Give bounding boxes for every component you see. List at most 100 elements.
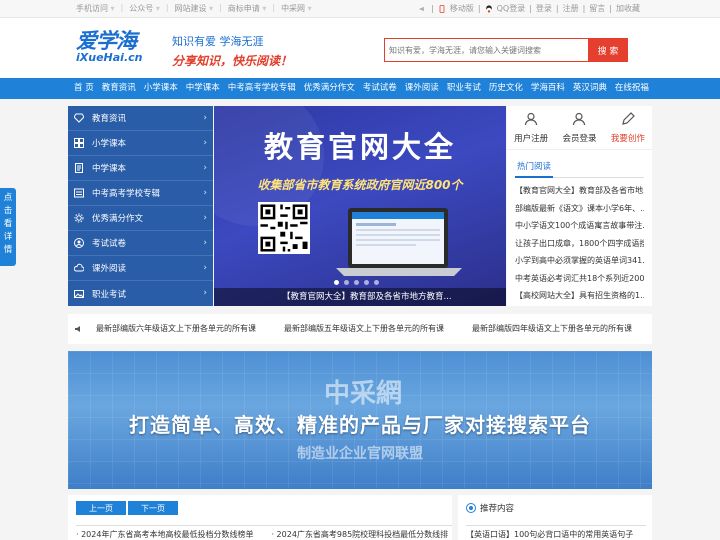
category-item-reading[interactable]: 课外阅读 › [68, 256, 213, 281]
chevron-right-icon: › [203, 163, 207, 173]
category-item-career-exams[interactable]: 职业考试 › [68, 281, 213, 306]
category-label: 考试试卷 [92, 239, 127, 249]
nav-item-exam-schools[interactable]: 中考高考学校专辑 [224, 78, 300, 99]
topbar-link-zhongcai[interactable]: 中采网 ▾ [281, 3, 312, 14]
carousel-dot[interactable] [354, 280, 359, 285]
category-item-primary-textbooks[interactable]: 小学课本 › [68, 131, 213, 156]
ticker-item[interactable]: 最新部编版六年级语文上下册各单元的所有课 [96, 314, 256, 344]
nav-item-history[interactable]: 历史文化 [485, 78, 527, 99]
nav-item-career-exams[interactable]: 职业考试 [443, 78, 485, 99]
nav-item-exam-papers[interactable]: 考试试卷 [359, 78, 401, 99]
mobile-version-link[interactable]: 移动版 [450, 3, 474, 14]
carousel-dot[interactable] [334, 280, 339, 285]
category-label: 优秀满分作文 [92, 214, 144, 224]
category-label: 中考高考学校专辑 [92, 189, 161, 199]
ad-headline: 打造简单、高效、精准的产品与厂家对接搜索平台 [129, 413, 591, 437]
news-item[interactable]: · 2024广东省高考985院校理科投档最低分数线排 [271, 529, 448, 540]
document-icon [74, 163, 84, 173]
topbar-link-site-build[interactable]: 网站建设 ▾ [175, 3, 214, 14]
category-item-exam-papers[interactable]: 考试试卷 › [68, 231, 213, 256]
main-nav: 首 页 教育资讯 小学课本 中学课本 中考高考学校专辑 优秀满分作文 考试试卷 … [0, 78, 720, 99]
register-link[interactable]: 注册 [563, 3, 579, 14]
list-item[interactable]: 【高校网站大全】具有招生资格的1... [515, 287, 644, 305]
search-input[interactable] [384, 38, 589, 62]
news-item[interactable]: · 2024年广东省高考本地高校最低投档分数线榜单 [76, 529, 253, 540]
nav-item-reading[interactable]: 课外阅读 [401, 78, 443, 99]
topbar-link-wechat[interactable]: 公众号 ▾ [129, 3, 160, 14]
news-item-label: 2024年广东省高考本地高校最低投档分数线榜单 [81, 530, 254, 539]
qr-code-icon [258, 202, 310, 254]
tab-hot-reading[interactable]: 热门阅读 [515, 158, 554, 178]
category-item-middle-textbooks[interactable]: 中学课本 › [68, 156, 213, 181]
nav-item-home[interactable]: 首 页 [70, 78, 98, 99]
ticker-item[interactable]: 最新部编版五年级语文上下册各单元的所有课 [284, 314, 444, 344]
click-details-float-tab[interactable]: 点 击 看 详 情 [0, 188, 16, 266]
prev-page-button[interactable]: 上一页 [76, 501, 126, 515]
top-utility-bar: 手机访问 ▾ | 公众号 ▾ | 网站建设 ▾ | 商标申请 ▾ | 中采网 ▾… [0, 0, 720, 18]
create-button[interactable]: 我要创作 [604, 106, 652, 149]
site-logo[interactable]: 爱学海 iXueHai.cn [76, 30, 166, 70]
nav-item-primary-textbooks[interactable]: 小学课本 [140, 78, 182, 99]
float-tab-char: 情 [3, 245, 13, 255]
laptop-illustration [336, 208, 462, 276]
category-item-essays[interactable]: 优秀满分作文 › [68, 206, 213, 231]
category-item-exam-schools[interactable]: 中考高考学校专辑 › [68, 181, 213, 206]
topbar-account: | 移动版 | QQ登录 | 登录 | 注册 | 留言 | 加收藏 [419, 3, 640, 14]
nav-item-edu-news[interactable]: 教育资讯 [98, 78, 140, 99]
ticker-item[interactable]: 最新部编版四年级语文上下册各单元的所有课 [472, 314, 632, 344]
carousel-dot[interactable] [364, 280, 369, 285]
nav-item-middle-textbooks[interactable]: 中学课本 [182, 78, 224, 99]
login-link[interactable]: 登录 [536, 3, 552, 14]
member-login-button[interactable]: 会员登录 [555, 106, 603, 149]
list-item[interactable]: 中小学语文100个成语寓言故事带注... [515, 217, 644, 235]
category-label: 职业考试 [92, 289, 127, 300]
float-tab-char: 击 [3, 206, 13, 216]
carousel-dot[interactable] [344, 280, 349, 285]
search-button[interactable]: 搜 索 [588, 38, 628, 62]
list-item[interactable]: 让孩子出口成章，1800个四字成语搜... [515, 235, 644, 253]
message-link[interactable]: 留言 [589, 3, 605, 14]
category-menu: 教育资讯 › 小学课本 › 中学课本 › 中考高考学校专辑 › 优秀满分作文 ›… [68, 106, 213, 306]
topbar-link-label: 手机访问 [76, 4, 108, 13]
float-tab-char: 点 [3, 193, 13, 203]
carousel-dot[interactable] [374, 280, 379, 285]
add-favorite-link[interactable]: 加收藏 [616, 3, 640, 14]
divider: | [165, 3, 169, 12]
category-item-edu-news[interactable]: 教育资讯 › [68, 106, 213, 131]
diamond-icon [74, 113, 84, 123]
category-label: 小学课本 [92, 139, 127, 149]
topbar-link-mobile-visit[interactable]: 手机访问 ▾ [76, 3, 115, 14]
banner-title: 教育官网大全 [263, 130, 456, 164]
recommend-title: 推荐内容 [480, 504, 515, 514]
qq-login-link[interactable]: QQ登录 [497, 3, 526, 14]
news-list: · 2024年广东省高考本地高校最低投档分数线榜单 · 2024广东省高考985… [76, 525, 452, 540]
topbar-link-trademark[interactable]: 商标申请 ▾ [228, 3, 267, 14]
site-header: 爱学海 iXueHai.cn 知识有爱 学海无涯 分享知识，快乐阅读！ 搜 索 [0, 18, 720, 78]
hot-reading-tab-bar: 热门阅读 [515, 158, 644, 178]
recommend-section: 推荐内容 【英语口语】100句必背口语中的常用英语句子 [458, 495, 652, 540]
ad-brand: 中采網 [323, 379, 402, 409]
chevron-right-icon: › [203, 138, 207, 148]
nav-item-essays[interactable]: 优秀满分作文 [300, 78, 359, 99]
user-circle-icon [74, 238, 84, 248]
chevron-right-icon: › [203, 238, 207, 248]
speaker-icon[interactable] [419, 5, 427, 13]
carousel-dots [334, 280, 379, 285]
list-item[interactable]: 部编版最新《语文》课本小学6年、... [515, 200, 644, 218]
recommend-item[interactable]: 【英语口语】100句必背口语中的常用英语句子 [466, 525, 646, 540]
hero-banner[interactable]: 教育官网大全 收集部省市教育系统政府官网近800个 【教育官网大全】教育部及各省… [214, 106, 506, 306]
list-item[interactable]: 中考英语必考词汇共18个系列近200 [515, 270, 644, 288]
nav-item-dictionary[interactable]: 英汉词典 [569, 78, 611, 99]
banner-caption[interactable]: 【教育官网大全】教育部及各省市地方教育... [214, 288, 506, 306]
user-register-button[interactable]: 用户注册 [507, 106, 555, 149]
list-item[interactable]: 【教育官网大全】教育部及各省市地... [515, 182, 644, 200]
recommend-icon [466, 503, 476, 513]
list-item[interactable]: 小学到高中必须掌握的英语单词341... [515, 252, 644, 270]
zhongcai-ad-banner[interactable]: 中采網 打造简单、高效、精准的产品与厂家对接搜索平台 制造业企业官网联盟 [68, 351, 652, 489]
nav-item-encyclopedia[interactable]: 学海百科 [527, 78, 569, 99]
cloud-icon [74, 263, 84, 273]
nav-item-blessings[interactable]: 在线祝福 [611, 78, 653, 99]
float-tab-char: 详 [3, 232, 13, 242]
news-ticker: 最新部编版六年级语文上下册各单元的所有课 最新部编版五年级语文上下册各单元的所有… [68, 314, 652, 344]
next-page-button[interactable]: 下一页 [128, 501, 178, 515]
